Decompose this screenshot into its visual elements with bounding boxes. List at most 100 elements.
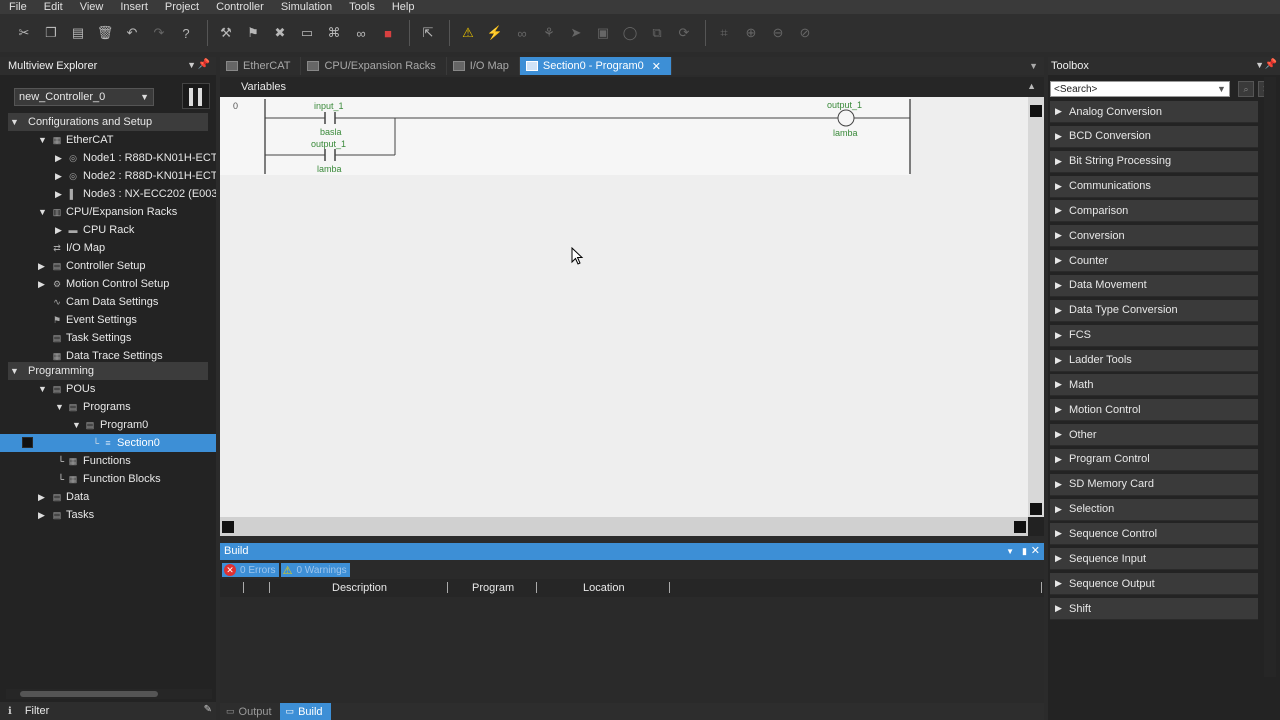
binoculars-icon[interactable]: ∞ xyxy=(349,21,373,45)
pin-icon[interactable]: 📌 xyxy=(1265,59,1277,70)
search-icon[interactable]: ⌕ xyxy=(1238,81,1254,97)
toolbox-category[interactable]: ▶ Sequence Control xyxy=(1050,523,1258,546)
expand-icon[interactable]: ▶ xyxy=(38,510,45,521)
menu-view[interactable]: View xyxy=(71,0,112,14)
menu-insert[interactable]: Insert xyxy=(111,0,156,14)
toolbox-category[interactable]: ▶ Bit String Processing xyxy=(1050,150,1258,173)
column-divider[interactable] xyxy=(669,582,670,593)
contact1-variable[interactable]: input_1 xyxy=(314,101,344,111)
tree-item-cpu-racks[interactable]: ▼ ▥ CPU/Expansion Racks xyxy=(0,203,216,221)
toolbox-category[interactable]: ▶ Analog Conversion xyxy=(1050,101,1258,123)
tree-item-node1[interactable]: ▶ ◎ Node1 : R88D-KN01H-ECT ( xyxy=(0,149,216,167)
network-icon[interactable]: ⌘ xyxy=(322,21,346,45)
zoom-out-icon[interactable]: ⊖ xyxy=(766,21,790,45)
column-divider[interactable] xyxy=(243,582,244,593)
toolbox-category[interactable]: ▶ Motion Control xyxy=(1050,399,1258,422)
menu-file[interactable]: File xyxy=(0,0,35,14)
tab-ethercat[interactable]: EtherCAT xyxy=(220,57,302,75)
scroll-left-button[interactable] xyxy=(222,521,234,533)
column-divider[interactable] xyxy=(447,582,448,593)
dropdown-icon[interactable]: ▼ xyxy=(1006,543,1014,560)
scroll-right-button[interactable] xyxy=(1014,521,1026,533)
edit-icon[interactable]: ✎ xyxy=(204,704,212,715)
toolbox-category[interactable]: ▶ Program Control xyxy=(1050,448,1258,471)
cut-icon[interactable]: ✂ xyxy=(12,21,36,45)
toolbox-category[interactable]: ▶ Sequence Output xyxy=(1050,573,1258,596)
menu-help[interactable]: Help xyxy=(383,0,423,14)
filter-bar[interactable]: ℹ Filter ✎ xyxy=(0,702,216,720)
expand-icon[interactable]: ▶ xyxy=(55,189,62,200)
toolbox-category[interactable]: ▶ Data Type Conversion xyxy=(1050,299,1258,322)
transfer-icon[interactable]: ⧉ xyxy=(645,21,669,45)
tree-item-fblocks[interactable]: └ ▦ Function Blocks xyxy=(0,470,216,488)
pin-icon[interactable]: ▮ xyxy=(1022,543,1027,560)
toolbox-category[interactable]: ▶ Comparison xyxy=(1050,200,1258,223)
copy-icon[interactable]: ❐ xyxy=(39,21,63,45)
menu-project[interactable]: Project xyxy=(156,0,207,14)
expand-icon[interactable]: ▼ xyxy=(55,402,64,412)
close-icon[interactable]: ✕ xyxy=(652,60,661,73)
chevron-down-icon[interactable]: ▼ xyxy=(1217,84,1226,94)
tree-item-motion[interactable]: ▶ ⚙ Motion Control Setup xyxy=(0,275,216,293)
toolbox-category[interactable]: ▶ Ladder Tools xyxy=(1050,349,1258,372)
tree-group-programming[interactable]: ▼ Programming xyxy=(8,362,208,380)
build-icon[interactable]: ⚒ xyxy=(214,21,238,45)
compare-icon[interactable]: ⟳ xyxy=(672,21,696,45)
stop-icon[interactable]: ■ xyxy=(376,21,400,45)
monitor-icon[interactable]: ▭ xyxy=(295,21,319,45)
horizontal-scrollbar[interactable] xyxy=(6,689,212,699)
expand-icon[interactable]: ▶ xyxy=(38,261,45,272)
expand-icon[interactable]: ▼ xyxy=(10,117,19,127)
paste-icon[interactable]: ▤ xyxy=(66,21,90,45)
toolbox-category[interactable]: ▶ Other xyxy=(1050,424,1258,447)
expand-icon[interactable]: ▼ xyxy=(38,207,47,217)
toolbox-category[interactable]: ▶ SD Memory Card xyxy=(1050,473,1258,496)
rebuild-icon[interactable]: ✖ xyxy=(268,21,292,45)
tree-item-program0[interactable]: ▼ ▤ Program0 xyxy=(0,416,216,434)
tab-section0[interactable]: Section0 - Program0 ✕ xyxy=(519,57,672,75)
tree-item-cam[interactable]: ∿ Cam Data Settings xyxy=(0,293,216,311)
hammer-icon[interactable]: ⚑ xyxy=(241,21,265,45)
force-cancel-icon[interactable]: ⚘ xyxy=(537,21,561,45)
toolbox-scrollbar[interactable] xyxy=(1264,77,1276,677)
tree-item-functions[interactable]: └ ▦ Functions xyxy=(0,452,216,470)
tab-cpu-racks[interactable]: CPU/Expansion Racks xyxy=(301,57,447,75)
column-description[interactable]: Description xyxy=(332,582,387,594)
undo-icon[interactable]: ↶ xyxy=(120,21,144,45)
online-edit-icon[interactable]: ◯ xyxy=(618,21,642,45)
toolbox-category[interactable]: ▶ FCS xyxy=(1050,324,1258,347)
tree-item-node3[interactable]: ▶ ▌ Node3 : NX-ECC202 (E003) xyxy=(0,185,216,203)
coil-variable[interactable]: output_1 xyxy=(827,100,862,110)
menu-edit[interactable]: Edit xyxy=(35,0,71,14)
toolbox-category[interactable]: ▶ Sequence Input xyxy=(1050,548,1258,571)
toolbox-category[interactable]: ▶ Selection xyxy=(1050,498,1258,521)
contact2-variable[interactable]: output_1 xyxy=(311,139,346,149)
toolbox-category[interactable]: ▶ Communications xyxy=(1050,175,1258,198)
tree-item-cpu-rack[interactable]: ▶ ▬ CPU Rack xyxy=(0,221,216,239)
expand-icon[interactable]: ▼ xyxy=(10,366,19,376)
tree-group-config[interactable]: ▼ Configurations and Setup xyxy=(8,113,208,131)
tab-dropdown-icon[interactable]: ▼ xyxy=(1029,57,1044,75)
tab-output[interactable]: ▭ Output xyxy=(220,703,280,720)
tree-item-node2[interactable]: ▶ ◎ Node2 : R88D-KN01H-ECT ( xyxy=(0,167,216,185)
expand-icon[interactable]: ▶ xyxy=(55,225,62,236)
column-program[interactable]: Program xyxy=(472,582,514,594)
toolbox-category[interactable]: ▶ Math xyxy=(1050,374,1258,397)
tab-build[interactable]: ▭ Build xyxy=(279,703,331,720)
expand-icon[interactable]: ▶ xyxy=(55,153,62,164)
expand-icon[interactable]: ▶ xyxy=(55,171,62,182)
scroll-down-button[interactable] xyxy=(1030,503,1042,515)
expand-icon[interactable]: ▼ xyxy=(38,384,47,394)
warnings-filter-button[interactable]: ⚠ 0 Warnings xyxy=(280,563,350,577)
column-location[interactable]: Location xyxy=(583,582,625,594)
column-divider[interactable] xyxy=(536,582,537,593)
help-icon[interactable]: ? xyxy=(174,21,198,45)
chevron-up-icon[interactable]: ▲ xyxy=(1027,81,1036,91)
scroll-up-button[interactable] xyxy=(1030,105,1042,117)
pin-icon[interactable]: 📌 xyxy=(198,59,210,70)
tree-item-controller-setup[interactable]: ▶ ▤ Controller Setup xyxy=(0,257,216,275)
pointer-icon[interactable]: ⇱ xyxy=(416,21,440,45)
tree-item-event[interactable]: ⚑ Event Settings xyxy=(0,311,216,329)
force-on-icon[interactable]: ⚡ xyxy=(483,21,507,45)
controller-select[interactable]: new_Controller_0 ▼ xyxy=(14,88,154,106)
